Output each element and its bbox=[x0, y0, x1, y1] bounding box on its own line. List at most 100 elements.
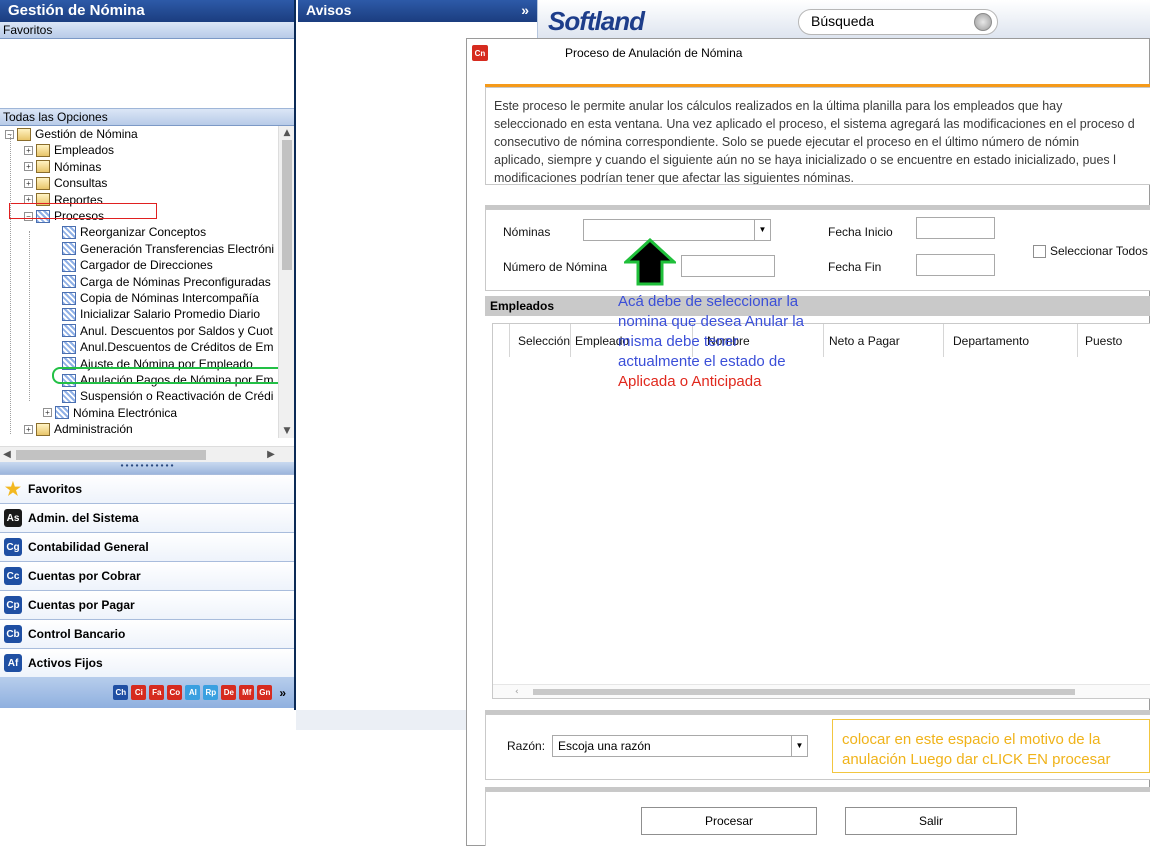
note-line: actualmente el estado de bbox=[618, 353, 786, 370]
more-modules-icon[interactable]: » bbox=[279, 686, 286, 700]
column-departamento[interactable]: Departamento bbox=[944, 324, 1078, 357]
process-icon bbox=[62, 242, 76, 256]
scroll-right-icon[interactable]: ▶ bbox=[264, 447, 278, 463]
chevron-down-icon[interactable]: ▼ bbox=[791, 736, 807, 756]
module-button[interactable]: Cb Control Bancario bbox=[0, 619, 294, 648]
folder-search-icon bbox=[36, 176, 50, 190]
module-shortcut-bar: Ch Ci Fa Co Al Rp De Mf Gn » bbox=[0, 677, 294, 708]
module-shortcut-icon[interactable]: Fa bbox=[149, 685, 165, 700]
module-label: Cuentas por Pagar bbox=[28, 598, 135, 612]
process-icon bbox=[62, 340, 76, 354]
avisos-title: Avisos bbox=[306, 2, 352, 18]
expand-icon[interactable]: + bbox=[24, 162, 33, 172]
module-button[interactable]: Cc Cuentas por Cobrar bbox=[0, 561, 294, 590]
grid-horizontal-scrollbar[interactable]: ‹ bbox=[493, 684, 1150, 698]
pane-splitter[interactable]: ∙∙∙∙∙∙∙∙∙∙∙ bbox=[0, 462, 294, 474]
tree-item[interactable]: Anul.Descuentos de Créditos de Em bbox=[62, 339, 273, 355]
search-icon[interactable] bbox=[974, 13, 992, 31]
tree-item[interactable]: + Nómina Electrónica bbox=[43, 405, 177, 421]
tree-item[interactable]: + Administración bbox=[24, 421, 133, 437]
tree-item[interactable]: Suspensión o Reactivación de Crédi bbox=[62, 388, 273, 404]
procesos-highlight bbox=[9, 203, 157, 219]
scroll-thumb[interactable] bbox=[282, 140, 292, 270]
module-shortcut-icon[interactable]: Al bbox=[185, 685, 201, 700]
grid-row-selector-header bbox=[493, 324, 510, 357]
module-badge-icon: Af bbox=[4, 654, 22, 672]
module-badge-icon: Cg bbox=[4, 538, 22, 556]
seleccionar-todos-checkbox[interactable] bbox=[1033, 245, 1046, 258]
numero-nomina-label: Número de Nómina bbox=[503, 260, 608, 274]
tree-item-label: Anul.Descuentos de Créditos de Em bbox=[80, 340, 274, 355]
process-icon bbox=[62, 307, 76, 321]
tree-item[interactable]: Anul. Descuentos por Saldos y Cuot bbox=[62, 323, 273, 339]
fecha-fin-field[interactable] bbox=[916, 254, 995, 276]
procesar-button[interactable]: Procesar bbox=[641, 807, 817, 835]
column-puesto[interactable]: Puesto bbox=[1078, 324, 1150, 357]
scroll-down-icon[interactable]: ▼ bbox=[279, 424, 294, 438]
collapse-icon[interactable]: » bbox=[521, 2, 529, 20]
nominas-combo[interactable]: ▼ bbox=[583, 219, 771, 241]
column-neto-a-pagar[interactable]: Neto a Pagar bbox=[824, 324, 944, 357]
tree-item[interactable]: Reorganizar Conceptos bbox=[62, 224, 206, 240]
note-line: misma debe tener bbox=[618, 333, 739, 350]
expand-icon[interactable]: + bbox=[43, 408, 52, 418]
tree-item[interactable]: Cargador de Direcciones bbox=[62, 257, 213, 273]
up-arrow-annotation-icon bbox=[624, 238, 676, 286]
description-line: modificaciones podrían tener que afectar… bbox=[494, 171, 854, 185]
note-line: Acá debe de seleccionar la bbox=[618, 293, 799, 310]
module-label: Control Bancario bbox=[28, 627, 126, 641]
hscroll-thumb[interactable] bbox=[16, 450, 206, 460]
scroll-up-icon[interactable]: ▲ bbox=[279, 126, 294, 140]
module-shortcut-icon[interactable]: Rp bbox=[203, 685, 219, 700]
module-shortcut-icon[interactable]: Ch bbox=[113, 685, 129, 700]
module-shortcut-icon[interactable]: Mf bbox=[239, 685, 255, 700]
module-button[interactable]: Cp Cuentas por Pagar bbox=[0, 590, 294, 619]
tree-item[interactable]: Carga de Nóminas Preconfiguradas bbox=[62, 274, 271, 290]
module-badge-icon: Cc bbox=[4, 567, 22, 585]
module-label: Cuentas por Cobrar bbox=[28, 569, 141, 583]
module-shortcut-icon[interactable]: Co bbox=[167, 685, 183, 700]
tree-item[interactable]: + Empleados bbox=[24, 142, 114, 158]
scroll-left-icon[interactable]: ◀ bbox=[0, 447, 14, 463]
seleccionar-todos-label: Seleccionar Todos bbox=[1050, 244, 1148, 258]
tree-vertical-scrollbar[interactable]: ▲ ▼ bbox=[278, 126, 294, 438]
fecha-inicio-label: Fecha Inicio bbox=[828, 225, 893, 239]
tree-horizontal-scrollbar[interactable]: ◀ ▶ bbox=[0, 446, 294, 462]
search-placeholder: Búsqueda bbox=[811, 13, 875, 29]
fecha-inicio-field[interactable] bbox=[916, 217, 995, 239]
process-icon bbox=[62, 275, 76, 289]
module-shortcut-icon[interactable]: De bbox=[221, 685, 237, 700]
module-button[interactable]: Af Activos Fijos bbox=[0, 648, 294, 677]
expand-icon[interactable]: + bbox=[24, 178, 33, 188]
tree-item-label: Gestión de Nómina bbox=[35, 127, 138, 141]
module-button[interactable]: As Admin. del Sistema bbox=[0, 503, 294, 532]
expand-icon[interactable]: + bbox=[24, 145, 33, 155]
module-button[interactable]: Cg Contabilidad General bbox=[0, 532, 294, 561]
salir-button[interactable]: Salir bbox=[845, 807, 1017, 835]
module-label: Activos Fijos bbox=[28, 656, 103, 670]
module-shortcut-icon[interactable]: Ci bbox=[131, 685, 147, 700]
description-line: Este proceso le permite anular los cálcu… bbox=[494, 99, 1063, 113]
column-seleccion[interactable]: Selección bbox=[510, 324, 571, 357]
tree-item[interactable]: Copia de Nóminas Intercompañía bbox=[62, 290, 259, 306]
expand-icon[interactable]: + bbox=[24, 424, 33, 434]
chevron-down-icon[interactable]: ▼ bbox=[754, 220, 770, 240]
tree-item[interactable]: Generación Transferencias Electróni bbox=[62, 241, 274, 257]
razon-combo[interactable]: Escoja una razón ▼ bbox=[552, 735, 808, 757]
tree-item[interactable]: − Gestión de Nómina bbox=[5, 126, 138, 142]
numero-nomina-field[interactable] bbox=[681, 255, 775, 277]
grid-scroll-left-icon[interactable]: ‹ bbox=[515, 685, 519, 699]
tree-item[interactable]: Inicializar Salario Promedio Diario bbox=[62, 306, 260, 322]
buttons-section bbox=[485, 791, 1150, 846]
module-button[interactable]: ★ Favoritos bbox=[0, 474, 294, 503]
search-box[interactable]: Búsqueda bbox=[798, 9, 998, 35]
process-folder-icon bbox=[55, 406, 69, 420]
tree-item[interactable]: + Nóminas bbox=[24, 159, 101, 175]
grid-scroll-thumb[interactable] bbox=[533, 689, 1075, 695]
module-shortcut-icon[interactable]: Gn bbox=[257, 685, 273, 700]
app-header: Softland Búsqueda bbox=[538, 0, 1150, 40]
tree-item[interactable]: + Consultas bbox=[24, 175, 107, 191]
empleados-grid[interactable]: Selección Empleado Nombre Neto a Pagar D… bbox=[492, 323, 1150, 699]
razon-label: Razón: bbox=[507, 739, 546, 753]
module-badge-icon: Cp bbox=[4, 596, 22, 614]
